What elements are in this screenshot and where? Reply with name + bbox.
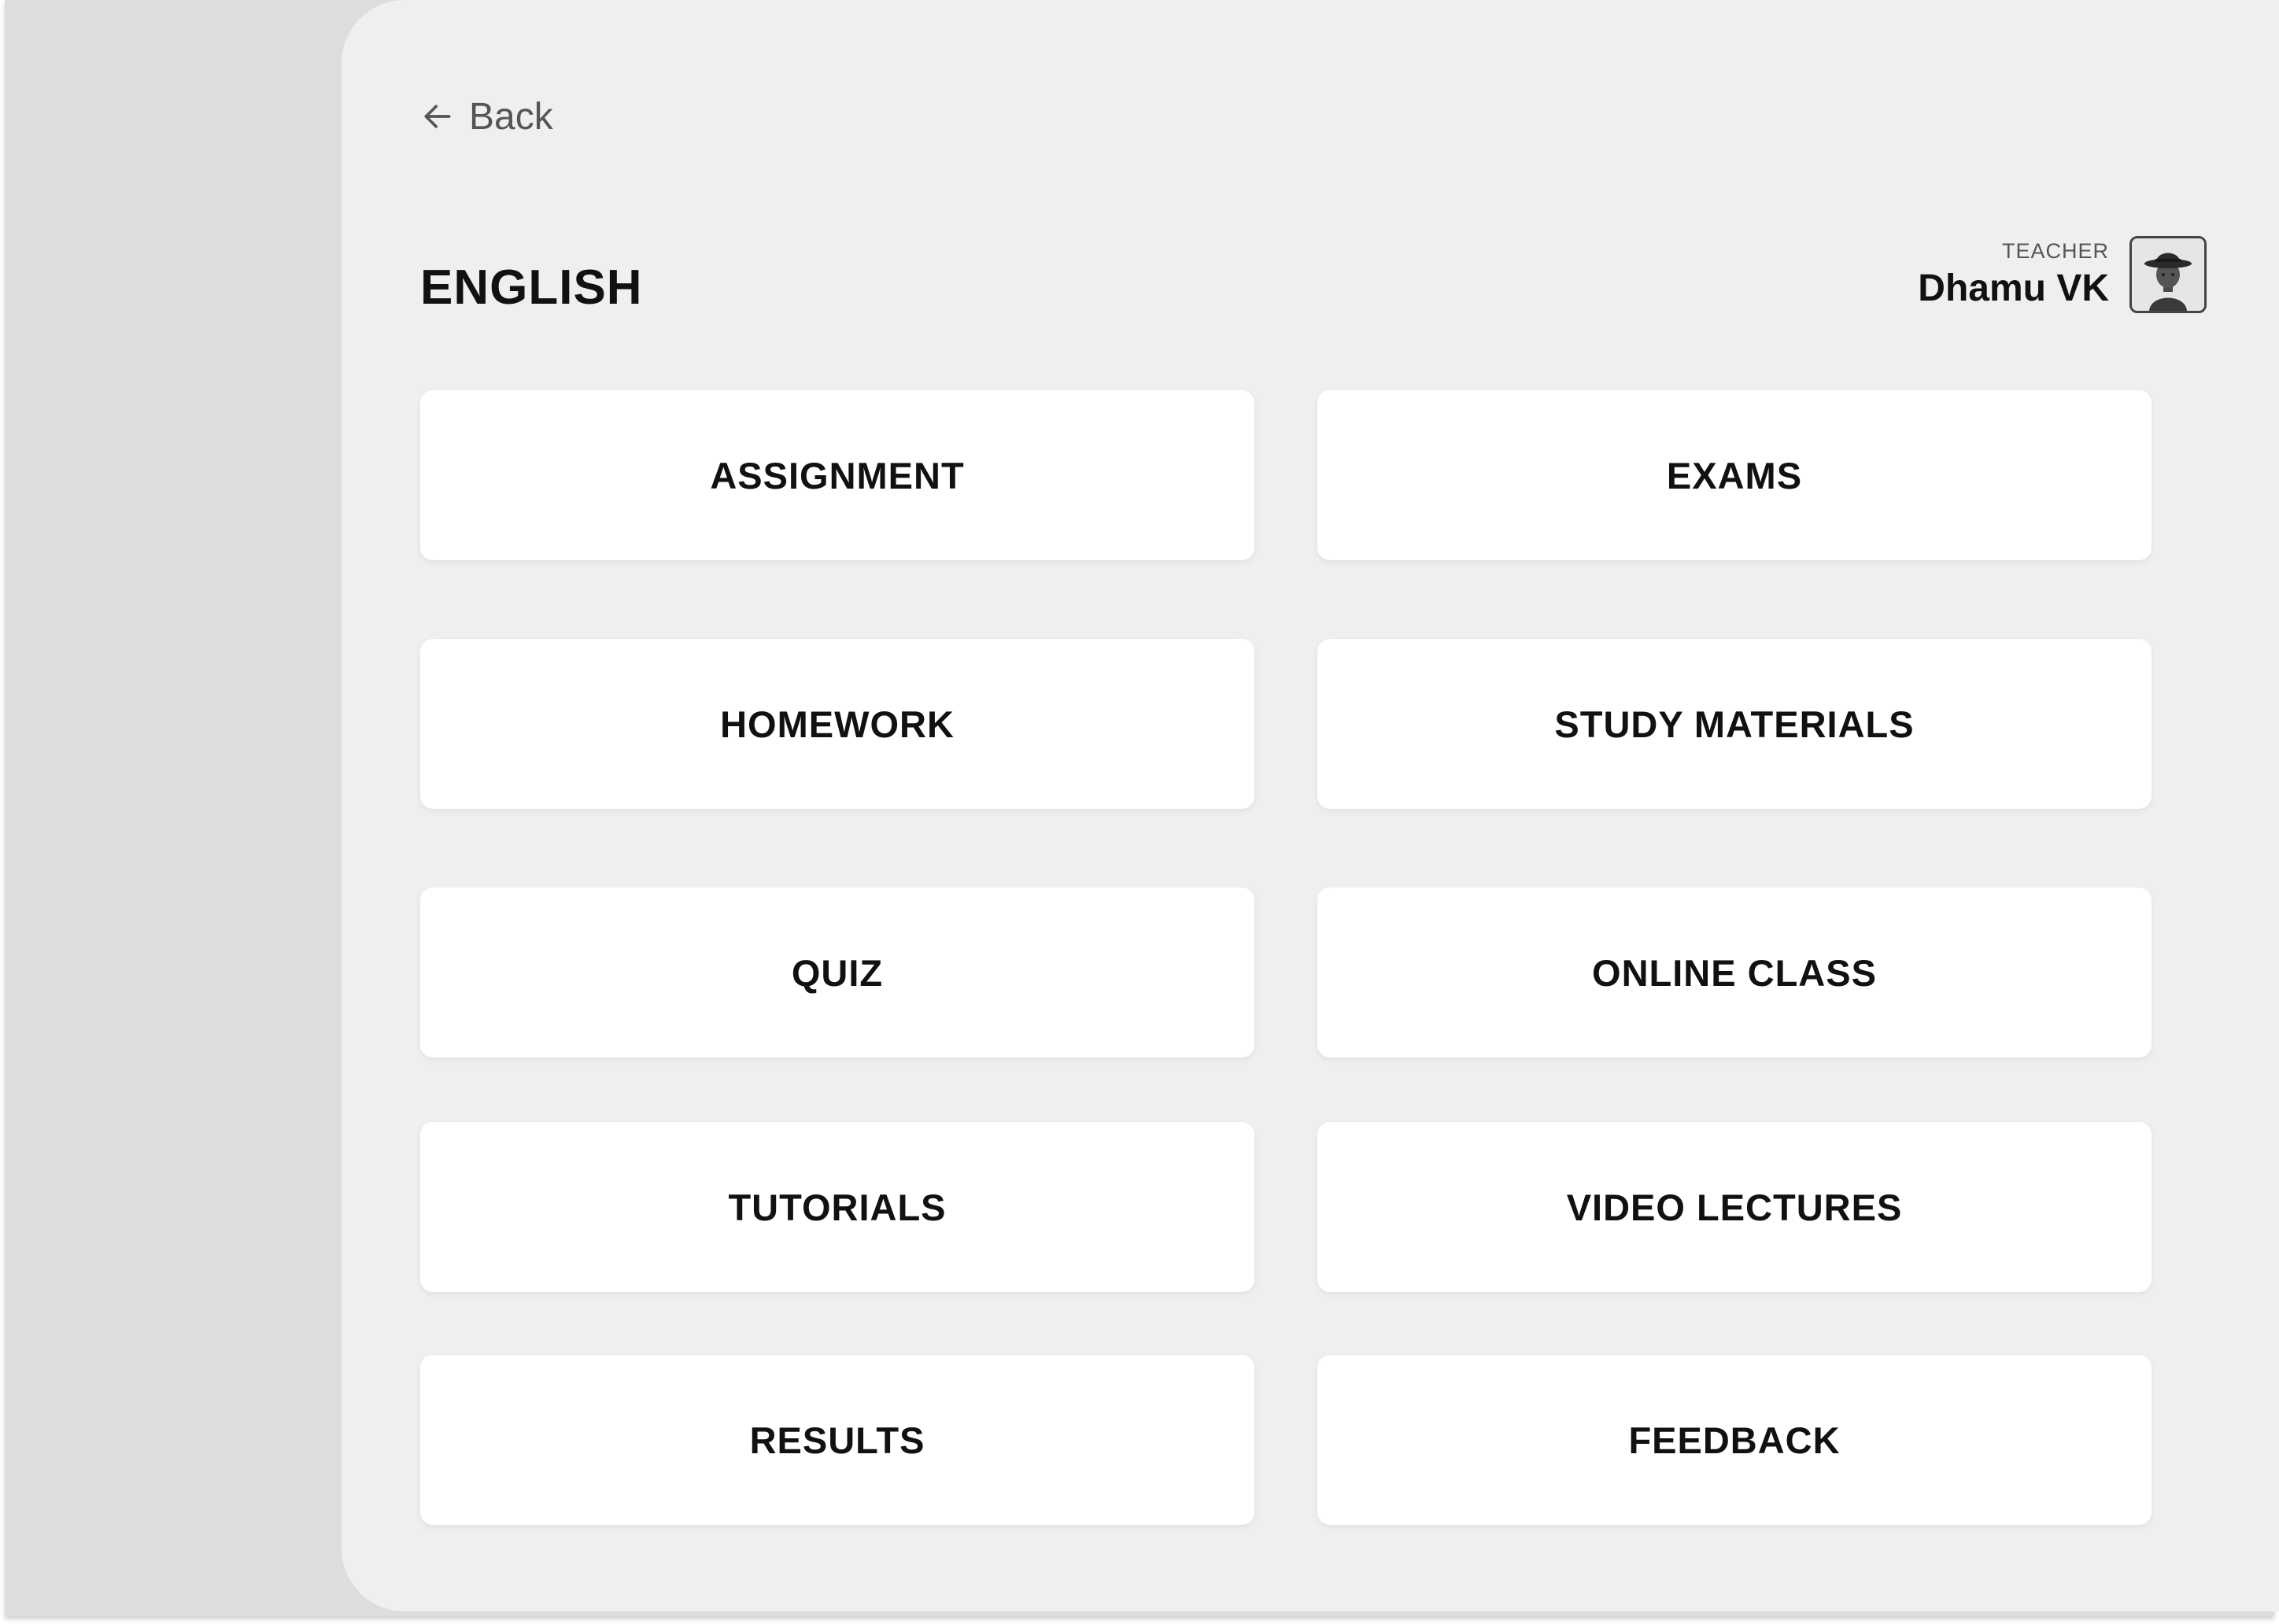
back-button[interactable]: Back: [420, 88, 553, 145]
study-materials-button[interactable]: STUDY MATERIALS: [1317, 639, 2152, 809]
homework-button[interactable]: HOMEWORK: [420, 639, 1254, 809]
feedback-button[interactable]: FEEDBACK: [1317, 1355, 2152, 1525]
results-button[interactable]: RESULTS: [420, 1355, 1254, 1525]
card-label: TUTORIALS: [728, 1186, 947, 1228]
back-label: Back: [469, 95, 553, 138]
avatar[interactable]: [2129, 236, 2207, 313]
assignment-button[interactable]: ASSIGNMENT: [420, 390, 1254, 560]
card-label: ASSIGNMENT: [710, 454, 965, 496]
page-title: ENGLISH: [420, 260, 643, 315]
teacher-profile: TEACHER Dhamu VK: [1918, 236, 2207, 313]
arrow-left-icon: [420, 99, 455, 134]
card-label: HOMEWORK: [720, 703, 955, 745]
app-frame: Back ENGLISH TEACHER Dhamu VK ASSIGNMENT…: [5, 0, 2279, 1616]
card-label: QUIZ: [791, 951, 884, 994]
card-label: VIDEO LECTURES: [1566, 1186, 1903, 1228]
video-lectures-button[interactable]: VIDEO LECTURES: [1317, 1122, 2152, 1292]
online-class-button[interactable]: ONLINE CLASS: [1317, 888, 2152, 1057]
card-label: RESULTS: [749, 1419, 925, 1461]
card-label: ONLINE CLASS: [1592, 951, 1877, 994]
card-label: STUDY MATERIALS: [1554, 703, 1915, 745]
exams-button[interactable]: EXAMS: [1317, 390, 2152, 560]
teacher-name: Dhamu VK: [1918, 268, 2109, 309]
avatar-icon: [2132, 238, 2204, 311]
main-panel: Back ENGLISH TEACHER Dhamu VK ASSIGNMENT…: [342, 0, 2279, 1611]
card-label: FEEDBACK: [1628, 1419, 1841, 1461]
tutorials-button[interactable]: TUTORIALS: [420, 1122, 1254, 1292]
teacher-role: TEACHER: [2001, 239, 2109, 263]
quiz-button[interactable]: QUIZ: [420, 888, 1254, 1057]
card-label: EXAMS: [1666, 454, 1803, 496]
